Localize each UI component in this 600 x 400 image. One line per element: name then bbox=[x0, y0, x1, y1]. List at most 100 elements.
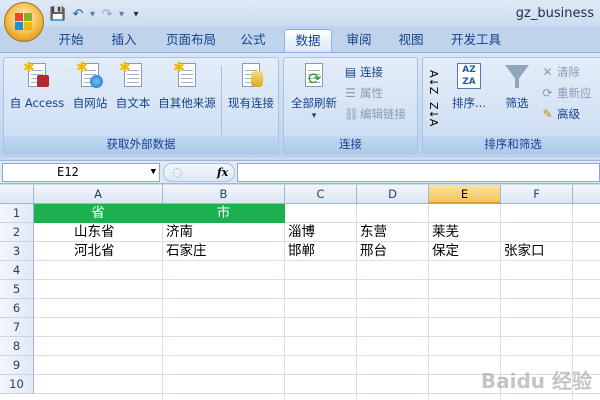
cell-b1[interactable]: 市 bbox=[163, 204, 285, 223]
select-all-corner[interactable] bbox=[0, 185, 34, 204]
quick-access-toolbar: 💾 ↶ ▾ ↷ ▾ ▾ bbox=[50, 4, 144, 24]
text-file-icon: ✱ bbox=[119, 61, 147, 91]
formula-input[interactable] bbox=[237, 163, 600, 182]
tab-insert[interactable]: 插入 bbox=[103, 29, 145, 52]
properties-label: 属性 bbox=[360, 86, 383, 100]
row-header-6[interactable]: 6 bbox=[0, 299, 34, 318]
row-header-3[interactable]: 3 bbox=[0, 242, 34, 261]
refresh-all-label: 全部刷新 bbox=[291, 96, 337, 110]
properties-button[interactable]: ☰ 属性 bbox=[344, 85, 383, 102]
ribbon-tabs: 开始 插入 页面布局 公式 数据 审阅 视图 开发工具 bbox=[0, 26, 600, 52]
filter-button[interactable]: 筛选 bbox=[498, 61, 536, 111]
reapply-button[interactable]: ⟳ 重新应 bbox=[541, 85, 592, 102]
customize-qat-icon[interactable]: ▾ bbox=[128, 6, 144, 22]
office-button[interactable] bbox=[4, 2, 44, 42]
column-header-e[interactable]: E bbox=[429, 185, 501, 204]
properties-icon: ☰ bbox=[345, 86, 356, 100]
window-title: gz_business bbox=[515, 6, 594, 21]
undo-icon[interactable]: ↶ bbox=[70, 6, 86, 22]
from-access-label: 自 Access bbox=[9, 96, 65, 110]
from-text-label: 自文本 bbox=[115, 96, 151, 110]
formula-controls: ◌ fx bbox=[163, 163, 235, 182]
name-box-dropdown-icon[interactable]: ▼ bbox=[151, 164, 156, 181]
cell-a1[interactable]: 省 bbox=[34, 204, 163, 223]
name-box-value: E12 bbox=[57, 165, 79, 179]
from-web-label: 自网站 bbox=[72, 96, 108, 110]
edit-links-button[interactable]: ⛓编辑链接 bbox=[344, 106, 406, 123]
tab-page-layout[interactable]: 页面布局 bbox=[160, 29, 222, 52]
grip-icon: ◌ bbox=[172, 165, 183, 179]
row-header-9[interactable]: 9 bbox=[0, 356, 34, 375]
redo-icon[interactable]: ↷ bbox=[99, 6, 115, 22]
advanced-label: 高级 bbox=[557, 107, 580, 121]
column-header-c[interactable]: C bbox=[285, 185, 357, 204]
baidu-watermark: Baidu 经验 bbox=[480, 369, 592, 393]
cell-e2[interactable]: 莱芜 bbox=[429, 223, 501, 242]
from-web-button[interactable]: ✱ 自网站 bbox=[68, 61, 112, 111]
group-sort-filter-label: 排序和筛选 bbox=[423, 136, 600, 153]
row-header-8[interactable]: 8 bbox=[0, 337, 34, 356]
tab-data[interactable]: 数据 bbox=[284, 29, 332, 52]
office-logo-icon bbox=[15, 13, 33, 31]
column-header-f[interactable]: F bbox=[501, 185, 573, 204]
edit-links-icon: ⛓ bbox=[344, 107, 360, 121]
column-header-d[interactable]: D bbox=[357, 185, 429, 204]
tab-home[interactable]: 开始 bbox=[50, 29, 92, 52]
cell-d3[interactable]: 邢台 bbox=[357, 242, 429, 261]
clear-filter-button[interactable]: ✕ 清除 bbox=[541, 64, 580, 81]
cell-e3[interactable]: 保定 bbox=[429, 242, 501, 261]
reapply-icon: ⟳ bbox=[542, 86, 553, 100]
connections-button[interactable]: ▤ 连接 bbox=[344, 64, 383, 81]
from-access-button[interactable]: ✱ 自 Access bbox=[6, 61, 68, 111]
cell-b3[interactable]: 石家庄 bbox=[163, 242, 285, 261]
column-header-g[interactable] bbox=[573, 185, 600, 204]
connections-icon: ▤ bbox=[344, 65, 357, 79]
advanced-filter-button[interactable]: ✎ 高级 bbox=[541, 106, 580, 123]
reapply-label: 重新应 bbox=[557, 86, 592, 100]
connections-label: 连接 bbox=[360, 65, 383, 79]
row-header-4[interactable]: 4 bbox=[0, 261, 34, 280]
existing-connections-icon bbox=[237, 61, 265, 91]
cell-f3[interactable]: 张家口 bbox=[501, 242, 573, 261]
tab-developer[interactable]: 开发工具 bbox=[443, 29, 509, 52]
sort-button[interactable]: AZ ZA 排序... bbox=[450, 61, 488, 111]
group-sort-filter: A↓Z Z↓A AZ ZA 排序... 筛选 ✕ 清除 ⟳ 重新应 ✎ 高级 排序和筛选 bbox=[422, 57, 600, 154]
row-header-7[interactable]: 7 bbox=[0, 318, 34, 337]
name-box[interactable]: E12 ▼ bbox=[2, 163, 160, 182]
row-header-2[interactable]: 2 bbox=[0, 223, 34, 242]
existing-connections-button[interactable]: 现有连接 bbox=[224, 61, 278, 111]
existing-connections-label: 现有连接 bbox=[228, 96, 274, 110]
sort-az-icon: A↓Z bbox=[427, 70, 440, 95]
row-header-1[interactable]: 1 bbox=[0, 204, 34, 223]
sort-a-to-z-button[interactable]: A↓Z bbox=[427, 70, 448, 95]
filter-label: 筛选 bbox=[505, 96, 529, 110]
from-text-button[interactable]: ✱ 自文本 bbox=[112, 61, 154, 111]
advanced-icon: ✎ bbox=[542, 107, 553, 121]
save-icon[interactable]: 💾 bbox=[50, 6, 66, 22]
tab-formulas[interactable]: 公式 bbox=[232, 29, 274, 52]
column-header-b[interactable]: B bbox=[163, 185, 285, 204]
cell-a3[interactable]: 河北省 bbox=[34, 242, 163, 261]
refresh-dropdown-icon[interactable]: ▾ bbox=[286, 111, 342, 121]
redo-dropdown-icon[interactable]: ▾ bbox=[119, 9, 124, 20]
row-header-5[interactable]: 5 bbox=[0, 280, 34, 299]
clear-label: 清除 bbox=[557, 65, 580, 79]
sort-label: 排序... bbox=[452, 96, 486, 110]
edit-links-label: 编辑链接 bbox=[360, 107, 406, 121]
row-header-10[interactable]: 10 bbox=[0, 375, 34, 394]
ribbon: ✱ 自 Access ✱ 自网站 ✱ 自文本 ✱ 自其他来源 现有连接 获取外部… bbox=[0, 52, 600, 157]
cell-a2[interactable]: 山东省 bbox=[34, 223, 163, 242]
tab-review[interactable]: 审阅 bbox=[338, 29, 380, 52]
cell-c3[interactable]: 邯郸 bbox=[285, 242, 357, 261]
sort-z-to-a-button[interactable]: Z↓A bbox=[427, 102, 448, 126]
cell-d2[interactable]: 东营 bbox=[357, 223, 429, 242]
group-external-data-label: 获取外部数据 bbox=[4, 136, 278, 153]
column-header-a[interactable]: A bbox=[34, 185, 163, 204]
undo-dropdown-icon[interactable]: ▾ bbox=[90, 9, 95, 20]
insert-function-icon[interactable]: fx bbox=[217, 166, 228, 179]
refresh-all-button[interactable]: ⟳ 全部刷新 ▾ bbox=[286, 61, 342, 121]
cell-c2[interactable]: 淄博 bbox=[285, 223, 357, 242]
tab-view[interactable]: 视图 bbox=[390, 29, 432, 52]
from-other-sources-button[interactable]: ✱ 自其他来源 bbox=[154, 61, 220, 111]
cell-b2[interactable]: 济南 bbox=[163, 223, 285, 242]
